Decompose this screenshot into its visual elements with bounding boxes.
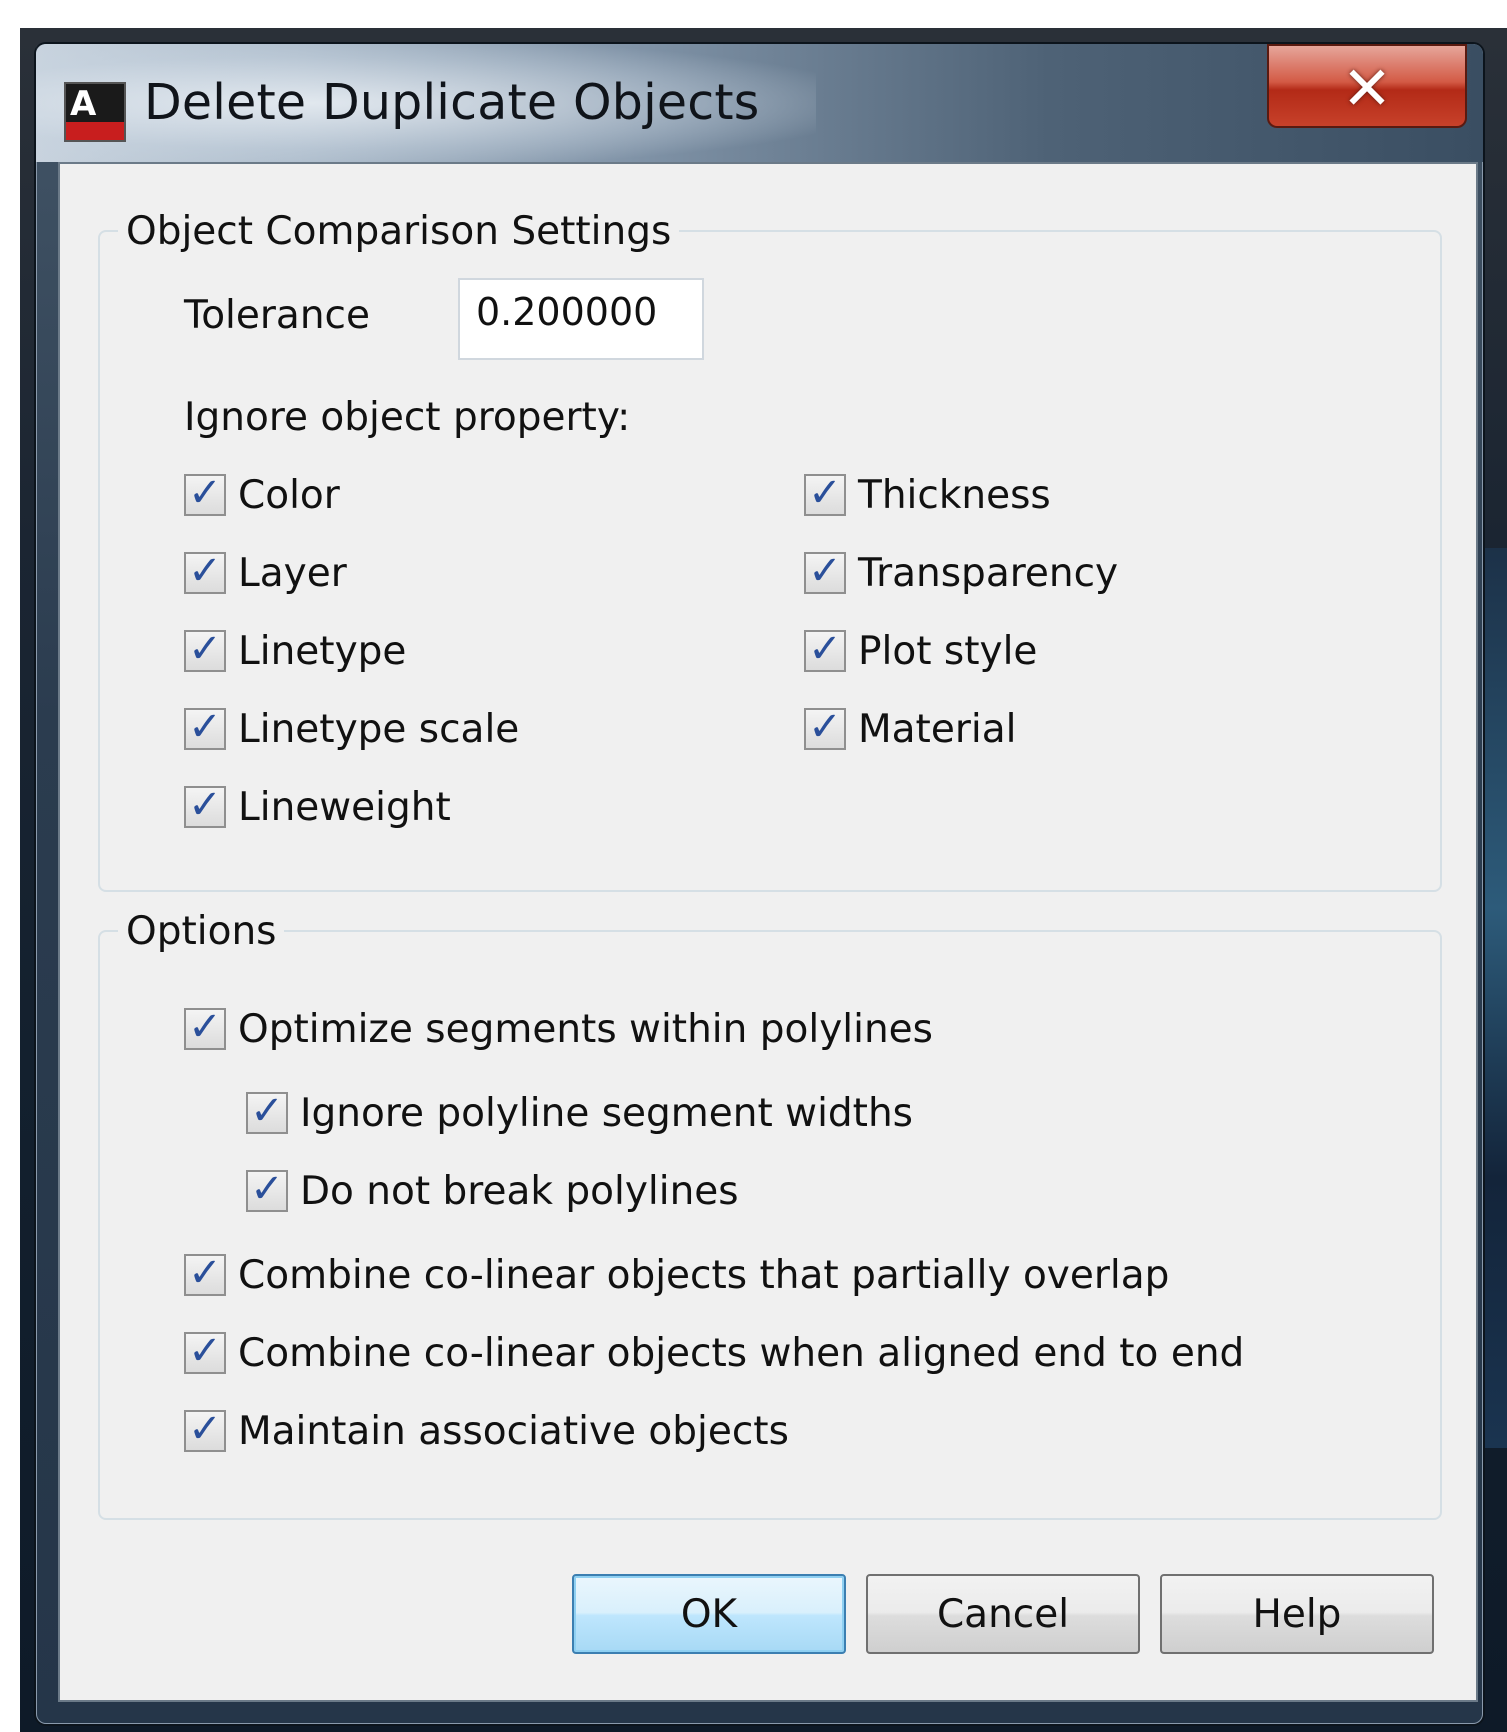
close-icon: ✕ [1341,54,1393,124]
checkbox-icon[interactable]: ✓ [804,548,846,594]
comparison-settings-legend: Object Comparison Settings [118,210,680,254]
checkbox-label: Material [858,706,1017,752]
checkbox-thickness[interactable]: ✓ Thickness [804,470,1051,520]
checkbox-material[interactable]: ✓ Material [804,704,1016,754]
checkbox-lineweight[interactable]: ✓ Lineweight [184,782,451,832]
checkbox-icon[interactable]: ✓ [804,470,846,516]
checkbox-label: Color [238,472,340,518]
checkbox-label: Lineweight [238,784,451,830]
tolerance-input[interactable]: 0.200000 [458,278,704,360]
checkbox-icon[interactable]: ✓ [184,470,226,516]
options-legend: Options [118,910,285,954]
screen: A Delete Duplicate Objects ✕ Object Comp… [0,0,1507,1732]
checkbox-transparency[interactable]: ✓ Transparency [804,548,1118,598]
checkbox-combine-partial-overlap[interactable]: ✓ Combine co-linear objects that partial… [184,1250,1169,1300]
checkbox-linetype-scale[interactable]: ✓ Linetype scale [184,704,519,754]
checkbox-icon[interactable]: ✓ [246,1088,288,1134]
checkbox-optimize-segments[interactable]: ✓ Optimize segments within polylines [184,1004,933,1054]
checkbox-icon[interactable]: ✓ [804,626,846,672]
checkbox-layer[interactable]: ✓ Layer [184,548,347,598]
checkbox-color[interactable]: ✓ Color [184,470,340,520]
checkbox-label: Linetype [238,628,407,674]
checkbox-label: Optimize segments within polylines [238,1006,933,1052]
checkbox-icon[interactable]: ✓ [184,1250,226,1296]
checkbox-icon[interactable]: ✓ [184,704,226,750]
checkbox-maintain-associative[interactable]: ✓ Maintain associative objects [184,1406,789,1456]
cancel-button[interactable]: Cancel [866,1574,1140,1654]
checkbox-label: Combine co-linear objects that partially… [238,1252,1170,1298]
checkbox-icon[interactable]: ✓ [184,626,226,672]
help-button[interactable]: Help [1160,1574,1434,1654]
checkbox-label: Plot style [858,628,1038,674]
checkbox-do-not-break-polylines[interactable]: ✓ Do not break polylines [246,1166,739,1216]
checkbox-linetype[interactable]: ✓ Linetype [184,626,406,676]
checkbox-combine-end-to-end[interactable]: ✓ Combine co-linear objects when aligned… [184,1328,1244,1378]
checkbox-icon[interactable]: ✓ [184,782,226,828]
checkbox-icon[interactable]: ✓ [184,548,226,594]
checkbox-icon[interactable]: ✓ [184,1004,226,1050]
checkbox-ignore-segment-widths[interactable]: ✓ Ignore polyline segment widths [246,1088,913,1138]
delete-duplicate-objects-dialog: A Delete Duplicate Objects ✕ Object Comp… [36,44,1483,1724]
checkbox-label: Ignore polyline segment widths [300,1090,913,1136]
checkbox-label: Linetype scale [238,706,520,752]
close-button[interactable]: ✕ [1267,44,1467,128]
ok-button[interactable]: OK [572,1574,846,1654]
checkbox-label: Do not break polylines [300,1168,739,1214]
checkbox-icon[interactable]: ✓ [804,704,846,750]
checkbox-label: Thickness [858,472,1051,518]
tolerance-label: Tolerance [184,293,370,338]
checkbox-icon[interactable]: ✓ [184,1406,226,1452]
checkbox-icon[interactable]: ✓ [246,1166,288,1212]
autocad-icon[interactable]: A [64,82,126,142]
title-bar[interactable]: A Delete Duplicate Objects ✕ [36,44,1483,162]
checkbox-label: Layer [238,550,347,596]
checkbox-label: Maintain associative objects [238,1408,789,1454]
dialog-body: Object Comparison Settings Tolerance 0.2… [58,162,1478,1702]
checkbox-label: Transparency [858,550,1119,596]
checkbox-icon[interactable]: ✓ [184,1328,226,1374]
checkbox-label: Combine co-linear objects when aligned e… [238,1330,1245,1376]
checkbox-plot-style[interactable]: ✓ Plot style [804,626,1037,676]
dialog-title: Delete Duplicate Objects [144,74,760,131]
ignore-property-label: Ignore object property: [184,395,631,440]
